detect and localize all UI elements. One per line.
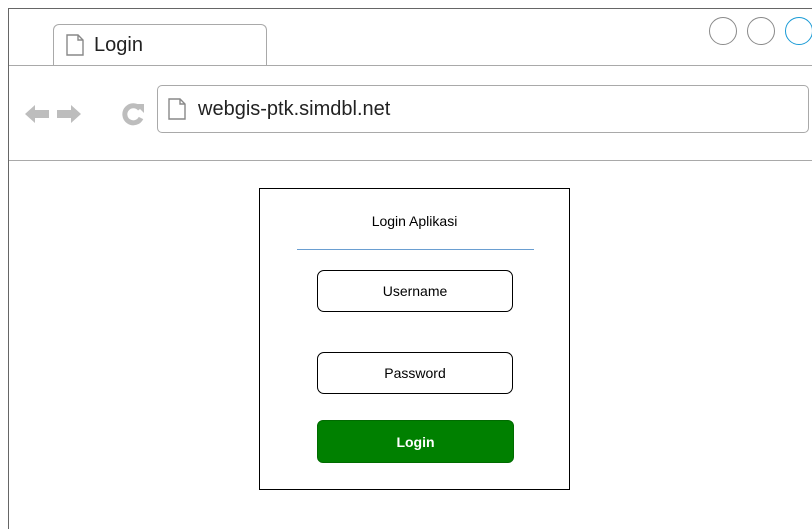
refresh-icon[interactable] <box>120 101 146 127</box>
login-title: Login Aplikasi <box>371 213 458 229</box>
window-control-circle[interactable] <box>747 17 775 45</box>
address-url[interactable]: webgis-ptk.simdbl.net <box>198 98 390 121</box>
username-input[interactable] <box>317 270 513 312</box>
window-control-circle[interactable] <box>709 17 737 45</box>
tab-bar: Login <box>9 9 812 66</box>
login-panel: Login Aplikasi Login <box>259 188 570 490</box>
back-arrow-icon[interactable] <box>23 103 51 125</box>
browser-tab[interactable]: Login <box>53 24 267 65</box>
document-icon <box>168 98 186 120</box>
login-button[interactable]: Login <box>317 420 514 463</box>
forward-arrow-icon[interactable] <box>55 103 83 125</box>
address-bar[interactable]: webgis-ptk.simdbl.net <box>157 85 809 133</box>
window-control-circle-active[interactable] <box>785 17 812 45</box>
navigation-bar: webgis-ptk.simdbl.net <box>9 66 812 161</box>
title-divider <box>297 249 534 250</box>
password-input[interactable] <box>317 352 513 394</box>
tab-title: Login <box>94 33 143 56</box>
document-icon <box>66 34 84 56</box>
